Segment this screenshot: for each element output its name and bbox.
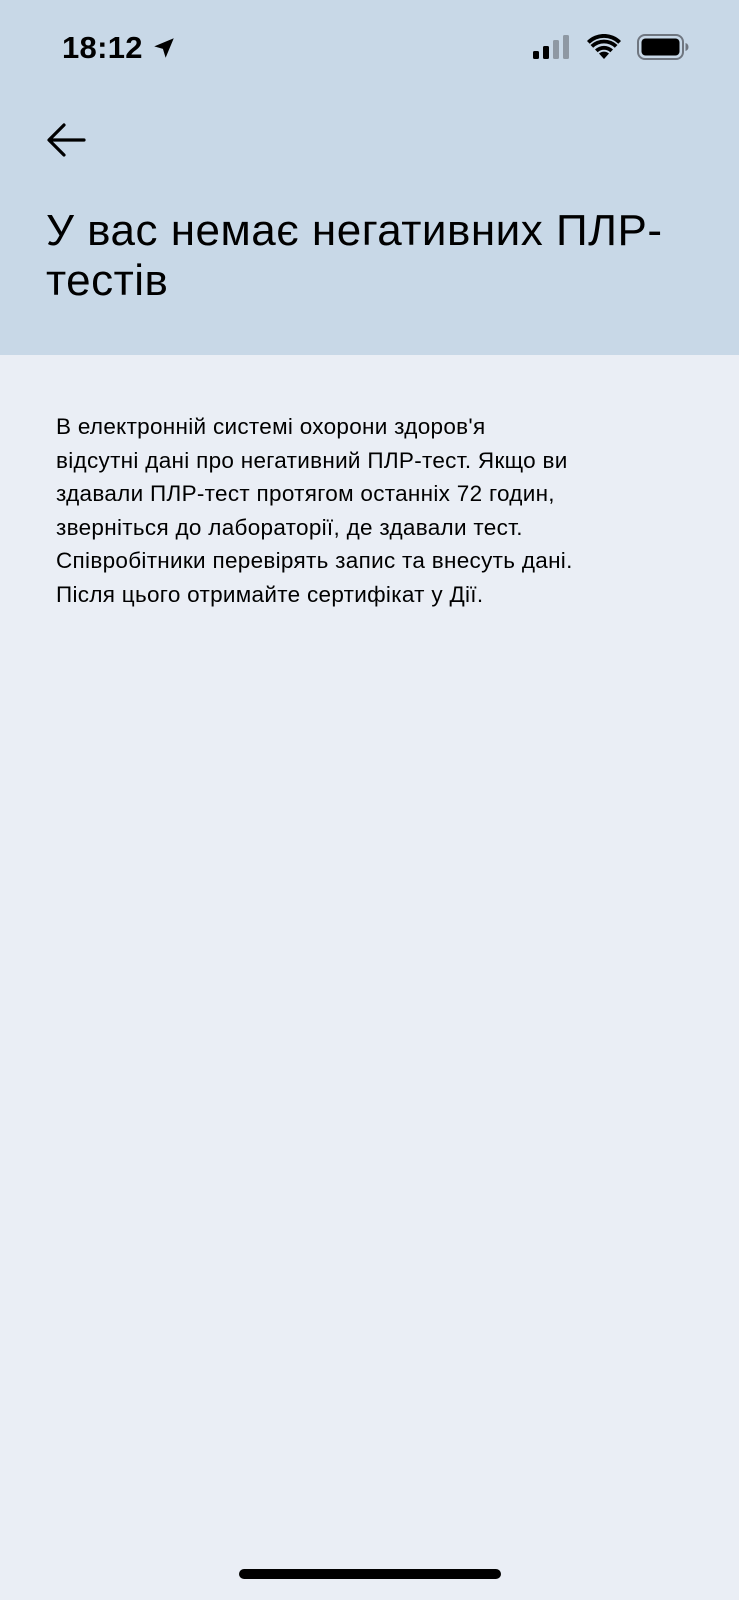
message-line: Співробітники перевірять запис та внесут…	[56, 548, 573, 573]
message-line: здавали ПЛР-тест протягом останніх 72 го…	[56, 481, 555, 506]
message-line: В електронній системі охорони здоров'я	[56, 414, 486, 439]
arrow-left-icon	[47, 123, 86, 157]
status-time: 18:12	[62, 30, 177, 66]
header: 18:12 У вас немає негативних ПЛР-тестів	[0, 0, 739, 355]
page-title: У вас немає негативних ПЛР-тестів	[46, 206, 663, 305]
cellular-signal-icon	[533, 35, 569, 59]
back-button[interactable]	[44, 118, 88, 162]
status-bar: 18:12	[0, 0, 739, 100]
wifi-icon	[587, 34, 621, 59]
time-text: 18:12	[62, 30, 143, 65]
info-message: В електронній системі охорони здоров'я в…	[56, 410, 696, 611]
location-arrow-icon	[154, 38, 174, 58]
message-line: Після цього отримайте сертифікат у Дії.	[56, 581, 484, 607]
status-icons	[533, 34, 689, 60]
message-line: зверніться до лабораторії, де здавали те…	[56, 514, 523, 540]
home-indicator[interactable]	[239, 1569, 501, 1579]
message-line: відсутні дані про негативний ПЛР-тест. Я…	[56, 447, 568, 473]
battery-icon	[637, 34, 689, 60]
